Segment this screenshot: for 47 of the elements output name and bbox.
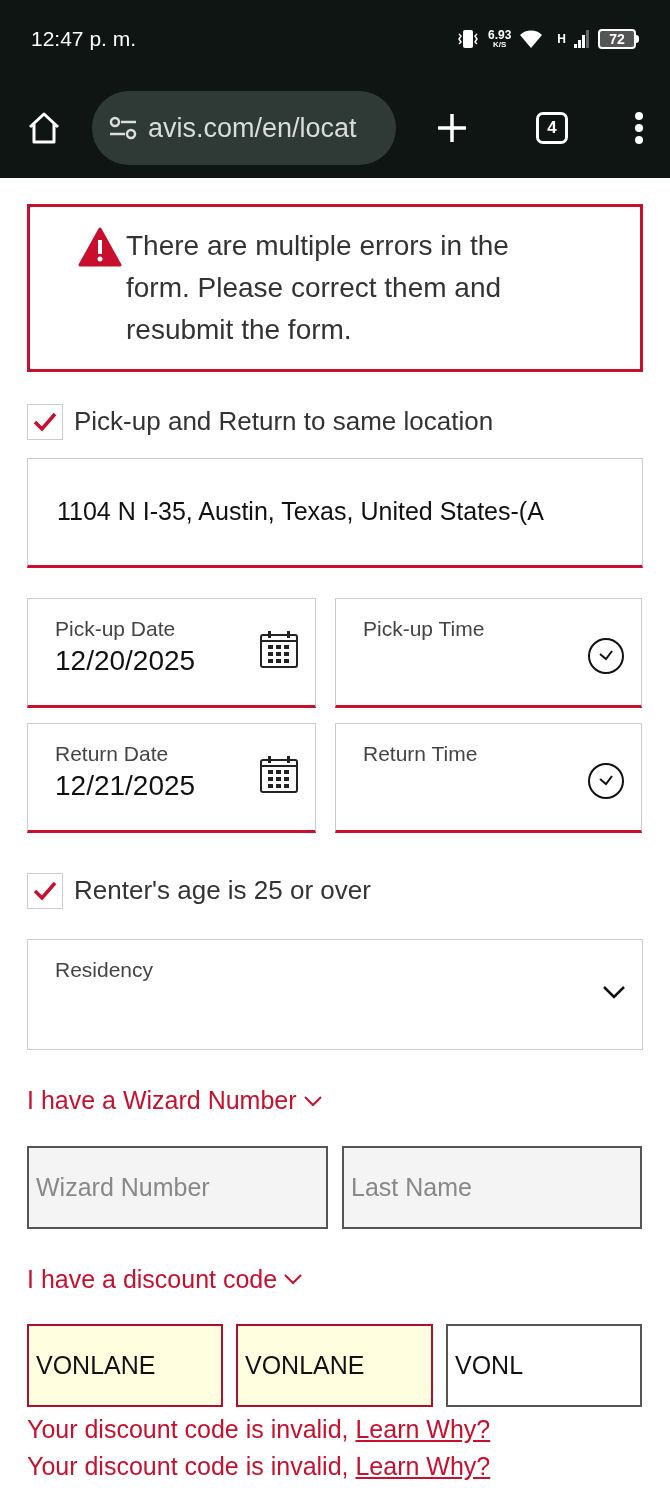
date-field[interactable]: Pick-up Date 12/20/2025 (27, 598, 316, 708)
time-field[interactable]: Pick-up Time (335, 598, 642, 708)
input-field[interactable]: Wizard Number (27, 1145, 328, 1229)
checkbox-label: Renter's age is 25 or over (74, 874, 371, 907)
warning-icon (78, 227, 122, 267)
site-settings-icon[interactable] (108, 115, 138, 141)
toggle-link[interactable]: I have a discount code (27, 1260, 304, 1298)
network-speed: 6.93 (487, 29, 512, 41)
more-menu-icon[interactable] (634, 112, 644, 144)
residency-select[interactable]: Residency (27, 939, 643, 1050)
input-field[interactable]: VONL (446, 1324, 642, 1407)
checkbox[interactable] (27, 872, 63, 909)
clock-icon (587, 762, 625, 800)
status-time: 12:47 p. m. (31, 26, 137, 53)
network-type: H (557, 31, 566, 48)
wifi-icon (519, 29, 544, 49)
home-icon[interactable] (26, 111, 62, 145)
chevron-down-icon (602, 985, 626, 999)
learn-why-link[interactable]: Learn Why? (355, 1415, 491, 1443)
new-tab-icon[interactable] (436, 112, 468, 144)
checkbox[interactable] (27, 403, 63, 440)
address-bar[interactable]: avis.com/en/locat (92, 91, 396, 165)
chevron-down-icon (302, 1094, 323, 1107)
calendar-icon (259, 629, 299, 669)
signal-icon (574, 29, 590, 49)
toggle-link[interactable]: I have a Wizard Number (27, 1082, 323, 1120)
chevron-down-icon (283, 1273, 304, 1286)
date-field[interactable]: Return Date 12/21/2025 (27, 723, 316, 833)
vibrate-icon (455, 28, 480, 50)
check-icon (32, 410, 58, 433)
input-field[interactable]: Last Name (342, 1145, 642, 1229)
url-text: avis.com/en/locat (148, 111, 357, 145)
location-field[interactable]: 1104 N I-35, Austin, Texas, United States-(A (27, 458, 643, 568)
checkbox-label: Pick-up and Return to same location (74, 405, 494, 438)
speed-unit: K/S (492, 41, 507, 49)
time-field[interactable]: Return Time (335, 723, 642, 833)
learn-why-link[interactable]: Learn Why? (355, 1452, 491, 1480)
error-message: Your discount code is invalid, Learn Why? (27, 1451, 492, 1482)
error-message: Your discount code is invalid, Learn Why? (27, 1414, 492, 1445)
error-message: There are multiple errors in the form. Please correct them and resubmit the form. (126, 229, 510, 347)
input-field[interactable]: VONLANE (236, 1324, 433, 1407)
clock-icon (587, 637, 625, 675)
battery-level: 72 (609, 29, 625, 49)
input-field[interactable]: VONLANE (27, 1324, 223, 1407)
tab-switcher-button[interactable]: 4 (536, 112, 568, 144)
calendar-icon (259, 754, 299, 794)
check-icon (32, 879, 58, 902)
